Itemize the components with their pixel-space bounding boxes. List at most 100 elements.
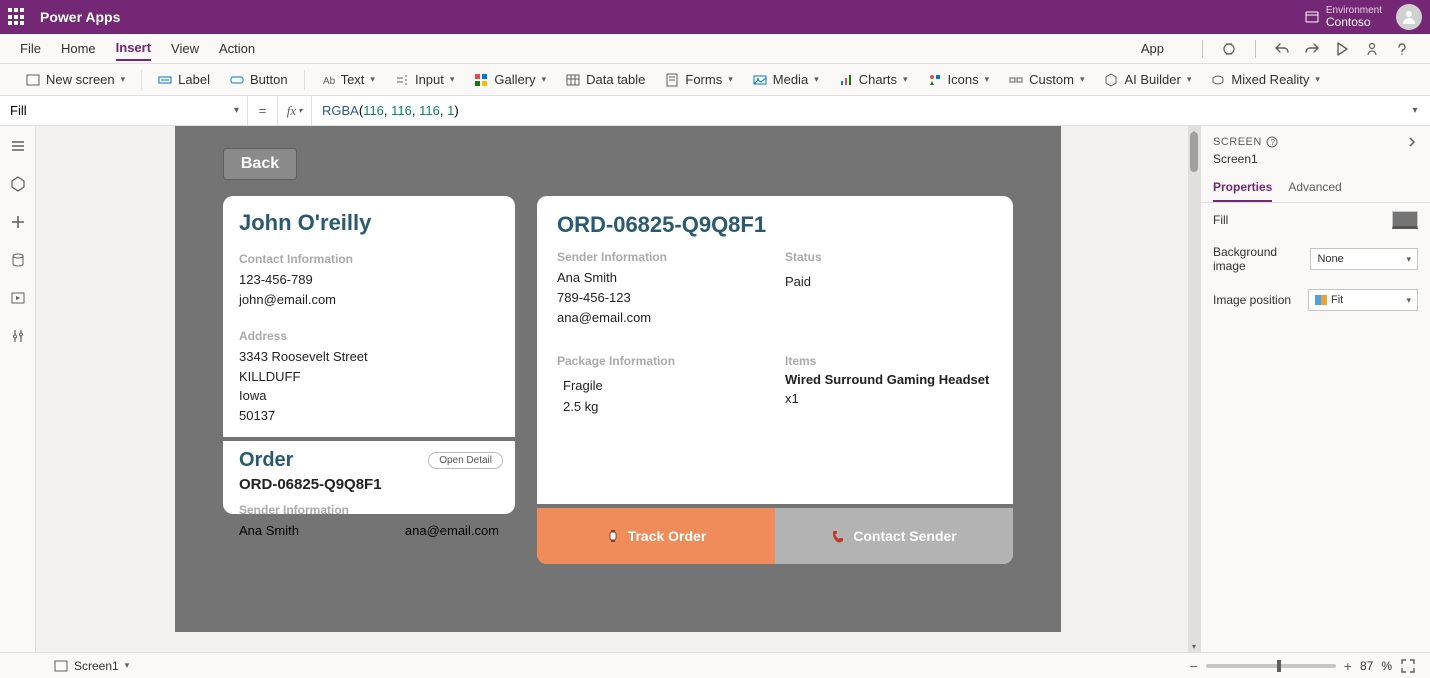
ribbon-gallery[interactable]: Gallery▾ bbox=[466, 68, 554, 91]
user-avatar[interactable] bbox=[1396, 4, 1422, 30]
ribbon-charts[interactable]: Charts▾ bbox=[831, 68, 916, 91]
sender-email: ana@email.com bbox=[557, 308, 765, 328]
order-detail-code: ORD-06825-Q9Q8F1 bbox=[537, 196, 1013, 246]
ribbon-custom-label: Custom bbox=[1029, 72, 1074, 87]
ribbon-forms[interactable]: Forms▾ bbox=[657, 68, 740, 91]
scroll-down-icon[interactable]: ▾ bbox=[1188, 640, 1200, 652]
environment-picker[interactable]: Environment Contoso bbox=[1304, 5, 1382, 29]
status-label: Status bbox=[785, 250, 993, 264]
media-pane-icon[interactable] bbox=[10, 290, 26, 306]
customer-zip: 50137 bbox=[223, 406, 515, 426]
media-icon bbox=[753, 73, 767, 87]
app-launcher-icon[interactable] bbox=[8, 8, 26, 26]
ribbon-new-screen[interactable]: New screen▾ bbox=[18, 68, 133, 91]
ribbon-new-screen-label: New screen bbox=[46, 72, 115, 87]
scroll-thumb[interactable] bbox=[1190, 132, 1198, 172]
ribbon-label[interactable]: Label bbox=[150, 68, 218, 91]
imgpos-select[interactable]: Fit ▾ bbox=[1308, 289, 1418, 311]
menu-file[interactable]: File bbox=[20, 37, 41, 60]
aibuilder-icon bbox=[1104, 73, 1118, 87]
formula-fx-button[interactable]: fx▾ bbox=[278, 96, 312, 125]
ribbon-row: New screen▾ Label Button Ab Text▾ Input▾… bbox=[0, 64, 1430, 96]
ribbon-mixedreality[interactable]: Mixed Reality▾ bbox=[1203, 68, 1328, 91]
chevron-down-icon: ▾ bbox=[125, 660, 130, 671]
insert-pane-icon[interactable] bbox=[10, 176, 26, 192]
person-icon bbox=[1400, 8, 1418, 26]
ribbon-media[interactable]: Media▾ bbox=[745, 68, 827, 91]
text-icon: Ab bbox=[321, 73, 335, 87]
back-button[interactable]: Back bbox=[223, 148, 297, 180]
contact-sender-button[interactable]: Contact Sender bbox=[775, 508, 1013, 564]
property-selector[interactable]: Fill ▾ bbox=[0, 96, 248, 125]
info-icon[interactable]: ? bbox=[1266, 136, 1278, 148]
redo-icon[interactable] bbox=[1304, 41, 1320, 57]
customer-state: Iowa bbox=[223, 386, 515, 406]
tools-icon[interactable] bbox=[10, 328, 26, 344]
customer-phone: 123-456-789 bbox=[223, 270, 515, 290]
panel-header-label: SCREEN bbox=[1213, 136, 1262, 148]
customer-street: 3343 Roosevelt Street bbox=[223, 347, 515, 367]
ribbon-text[interactable]: Ab Text▾ bbox=[313, 68, 383, 91]
watch-icon bbox=[606, 529, 620, 543]
panel-tab-properties[interactable]: Properties bbox=[1213, 174, 1272, 202]
forms-icon bbox=[665, 73, 679, 87]
ribbon-input[interactable]: Input▾ bbox=[387, 68, 462, 91]
bgimage-select[interactable]: None ▾ bbox=[1310, 248, 1418, 270]
ribbon-datatable[interactable]: Data table bbox=[558, 68, 653, 91]
zoom-value: 87 bbox=[1360, 659, 1373, 673]
canvas-wrapper: Back John O'reilly Contact Information 1… bbox=[36, 126, 1200, 652]
ribbon-charts-label: Charts bbox=[859, 72, 897, 87]
tree-view-icon[interactable] bbox=[10, 138, 26, 154]
formula-expand-button[interactable]: ▾ bbox=[1400, 105, 1430, 116]
help-icon[interactable] bbox=[1394, 41, 1410, 57]
ribbon-button[interactable]: Button bbox=[222, 68, 296, 91]
undo-icon[interactable] bbox=[1274, 41, 1290, 57]
ribbon-text-label: Text bbox=[341, 72, 365, 87]
data-icon[interactable] bbox=[10, 252, 26, 268]
screen-selector[interactable]: Screen1 ▾ bbox=[54, 659, 129, 673]
status-bar: Screen1 ▾ − + 87 % bbox=[0, 652, 1430, 678]
zoom-slider-thumb[interactable] bbox=[1277, 660, 1281, 672]
panel-tab-advanced[interactable]: Advanced bbox=[1288, 174, 1341, 202]
track-order-button[interactable]: Track Order bbox=[537, 508, 775, 564]
customer-email: john@email.com bbox=[223, 290, 515, 310]
ribbon-aibuilder[interactable]: AI Builder▾ bbox=[1096, 68, 1199, 91]
gallery-icon bbox=[474, 73, 488, 87]
fit-to-window-icon[interactable] bbox=[1400, 658, 1416, 674]
zoom-in-button[interactable]: + bbox=[1344, 658, 1352, 674]
open-detail-button[interactable]: Open Detail bbox=[428, 452, 503, 469]
svg-text:Ab: Ab bbox=[323, 76, 335, 87]
fit-icon bbox=[1315, 295, 1327, 305]
canvas-scrollbar[interactable]: ▴ ▾ bbox=[1188, 126, 1200, 652]
add-icon[interactable] bbox=[10, 214, 26, 230]
menu-app[interactable]: App bbox=[1141, 37, 1164, 60]
status-value: Paid bbox=[785, 272, 993, 292]
ribbon-custom[interactable]: Custom▾ bbox=[1001, 68, 1092, 91]
menu-view[interactable]: View bbox=[171, 37, 199, 60]
sender-info-label: Sender Information bbox=[557, 250, 765, 264]
checker-icon[interactable] bbox=[1221, 41, 1237, 57]
menu-insert[interactable]: Insert bbox=[116, 36, 151, 61]
svg-text:?: ? bbox=[1270, 138, 1275, 147]
datatable-icon bbox=[566, 73, 580, 87]
order-summary-sender-email: ana@email.com bbox=[405, 523, 499, 538]
chevron-down-icon: ▾ bbox=[1406, 295, 1411, 306]
order-summary-sender-label: Sender Information bbox=[223, 497, 515, 521]
formula-input[interactable]: RGBA(116, 116, 116, 1) bbox=[312, 103, 1400, 119]
button-icon bbox=[230, 73, 244, 87]
zoom-out-button[interactable]: − bbox=[1190, 658, 1198, 674]
ribbon-gallery-label: Gallery bbox=[494, 72, 535, 87]
app-canvas[interactable]: Back John O'reilly Contact Information 1… bbox=[175, 126, 1061, 632]
ribbon-icons[interactable]: Icons▾ bbox=[920, 68, 998, 91]
charts-icon bbox=[839, 73, 853, 87]
menu-action[interactable]: Action bbox=[219, 37, 255, 60]
zoom-slider[interactable] bbox=[1206, 664, 1336, 668]
fill-color-swatch[interactable] bbox=[1392, 211, 1418, 229]
menu-home[interactable]: Home bbox=[61, 37, 96, 60]
package-fragile: Fragile bbox=[557, 376, 765, 396]
share-icon[interactable] bbox=[1364, 41, 1380, 57]
play-icon[interactable] bbox=[1334, 41, 1350, 57]
phone-icon bbox=[831, 529, 845, 543]
collapse-panel-icon[interactable] bbox=[1406, 136, 1418, 148]
customer-name: John O'reilly bbox=[223, 196, 515, 246]
